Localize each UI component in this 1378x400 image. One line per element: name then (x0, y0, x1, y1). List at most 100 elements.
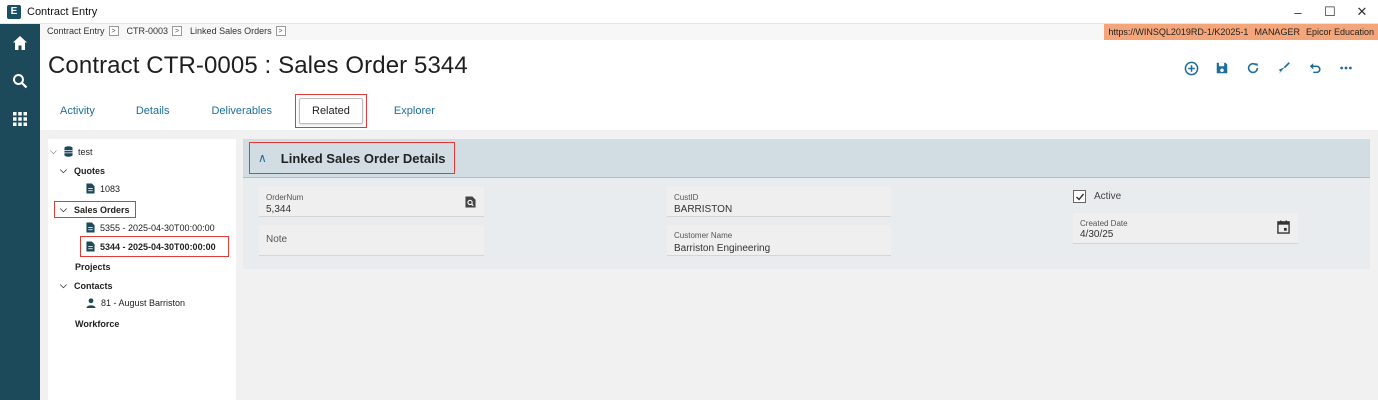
tree-node-label: Projects (75, 262, 111, 272)
customer-name-value: Barriston Engineering (674, 243, 771, 254)
panel-title: Linked Sales Order Details (280, 150, 446, 166)
environment-bar: https://WINSQL2019RD-1/K2025-1 MANAGER E… (1104, 24, 1378, 40)
document-icon (86, 222, 95, 233)
refresh-icon (1247, 62, 1259, 74)
environment-url: https://WINSQL2019RD-1/K2025-1 (1108, 27, 1249, 37)
add-icon (1184, 61, 1198, 75)
clear-icon (1278, 62, 1290, 74)
apps-button[interactable] (0, 100, 40, 138)
apps-grid-icon (13, 112, 27, 126)
tree-node-label: Contacts (74, 280, 113, 291)
note-placeholder: Note (266, 234, 288, 245)
chevron-down-icon[interactable]: ⌵ (50, 146, 60, 157)
app-logo-icon: E (7, 4, 21, 19)
tree-node-sales-orders[interactable]: ⌵ Sales Orders (54, 201, 136, 218)
tab-explorer[interactable]: Explorer (394, 105, 435, 117)
tab-details[interactable]: Details (136, 105, 170, 117)
tree-node-label: 1083 (100, 183, 121, 194)
tree-node-quote-1083[interactable]: 1083 (86, 183, 120, 194)
order-num-value: 5,344 (266, 204, 292, 215)
tree-node-label: Sales Orders (74, 204, 130, 215)
refresh-button[interactable] (1243, 58, 1263, 78)
page-toolbar (1170, 58, 1356, 78)
tree-node-label: 81 - August Barriston (101, 298, 186, 308)
clear-button[interactable] (1274, 58, 1294, 78)
chevron-up-icon[interactable]: ∧ (258, 151, 267, 165)
tree-node-quotes[interactable]: ⌵ Quotes (60, 165, 105, 176)
home-button[interactable] (0, 24, 40, 62)
tree-node-label: 5344 - 2025-04-30T00:00:00 (100, 241, 216, 252)
panel-header-highlight[interactable]: ∧ Linked Sales Order Details (249, 142, 455, 174)
undo-button[interactable] (1305, 58, 1325, 78)
panel-header: ∧ Linked Sales Order Details (243, 139, 1370, 178)
breadcrumb-chevron-icon[interactable]: > (275, 26, 286, 36)
customer-name-field[interactable]: Customer Name Barriston Engineering (667, 225, 891, 256)
tree-node-label: test (78, 146, 93, 157)
tree-node-workforce[interactable]: Workforce (75, 319, 119, 329)
note-field[interactable]: Note (259, 225, 484, 256)
save-button[interactable] (1212, 58, 1232, 78)
top-strip: Contract Entry > CTR-0003 > Linked Sales… (40, 24, 1378, 40)
document-icon (86, 183, 95, 194)
cust-id-label: CustID (674, 193, 699, 202)
breadcrumb-chevron-icon[interactable]: > (172, 26, 183, 36)
breadcrumb-item-linked-sales-orders[interactable]: Linked Sales Orders (190, 26, 272, 36)
maximize-button[interactable]: ☐ (1314, 0, 1346, 24)
cust-id-value: BARRISTON (674, 204, 733, 215)
undo-icon (1309, 63, 1321, 74)
tree-node-contact-81[interactable]: 81 - August Barriston (86, 298, 185, 308)
tab-activity[interactable]: Activity (60, 105, 95, 117)
search-button[interactable] (0, 62, 40, 100)
window-controls: – ☐ ✕ (1282, 0, 1378, 24)
cust-id-field[interactable]: CustID BARRISTON (667, 187, 891, 217)
environment-company: Epicor Education (1305, 27, 1374, 37)
tab-related[interactable]: Related (299, 98, 363, 124)
tree-node-root[interactable]: ⌵ test (50, 146, 93, 157)
person-icon (86, 298, 96, 308)
close-button[interactable]: ✕ (1346, 0, 1378, 24)
breadcrumb-chevron-icon[interactable]: > (108, 26, 119, 36)
tab-deliverables[interactable]: Deliverables (211, 105, 272, 117)
related-tree: ⌵ test ⌵ Quotes 1083 ⌵ Sales Orders 5355… (48, 139, 236, 400)
left-nav-rail (0, 24, 40, 400)
environment-role: MANAGER (1254, 27, 1300, 37)
document-icon (86, 241, 95, 252)
created-date-field[interactable]: Created Date 4/30/25 (1073, 213, 1298, 244)
minimize-button[interactable]: – (1282, 0, 1314, 24)
chevron-down-icon[interactable]: ⌵ (60, 280, 70, 291)
linked-sales-order-panel: ∧ Linked Sales Order Details OrderNum 5,… (243, 139, 1370, 269)
chevron-down-icon[interactable]: ⌵ (60, 204, 70, 215)
active-label: Active (1094, 191, 1122, 202)
active-checkbox[interactable]: Active (1073, 190, 1121, 203)
tab-related-highlight: Related (295, 94, 367, 128)
breadcrumb-item-contract-entry[interactable]: Contract Entry (47, 26, 105, 36)
tree-node-sales-order-5344[interactable]: 5344 - 2025-04-30T00:00:00 (80, 236, 229, 257)
order-num-field[interactable]: OrderNum 5,344 (259, 187, 484, 217)
checkmark-icon (1075, 193, 1084, 201)
order-lookup-icon[interactable] (465, 195, 476, 213)
more-icon (1340, 66, 1352, 70)
window-titlebar: E Contract Entry – ☐ ✕ (0, 0, 1378, 24)
chevron-down-icon[interactable]: ⌵ (60, 165, 70, 176)
add-button[interactable] (1181, 58, 1201, 78)
more-button[interactable] (1336, 58, 1356, 78)
calendar-icon[interactable] (1277, 220, 1290, 239)
breadcrumb-item-contract[interactable]: CTR-0003 (127, 26, 169, 36)
breadcrumb: Contract Entry > CTR-0003 > Linked Sales… (47, 26, 294, 36)
customer-name-label: Customer Name (674, 231, 733, 240)
tree-node-label: Workforce (75, 319, 120, 329)
tree-node-contacts[interactable]: ⌵ Contacts (60, 280, 113, 291)
window-title: Contract Entry (27, 5, 98, 18)
tree-node-label: Quotes (74, 165, 106, 176)
tree-node-label: 5355 - 2025-04-30T00:00:00 (100, 222, 215, 233)
order-num-label: OrderNum (266, 193, 304, 202)
save-icon (1216, 62, 1228, 74)
created-date-value: 4/30/25 (1080, 229, 1114, 240)
tree-node-projects[interactable]: Projects (75, 262, 111, 272)
database-icon (64, 146, 73, 157)
checkbox-box[interactable] (1073, 190, 1086, 203)
tree-node-sales-order-5355[interactable]: 5355 - 2025-04-30T00:00:00 (86, 222, 215, 233)
search-icon (13, 74, 28, 89)
created-date-label: Created Date (1080, 219, 1128, 228)
home-icon (13, 36, 27, 50)
